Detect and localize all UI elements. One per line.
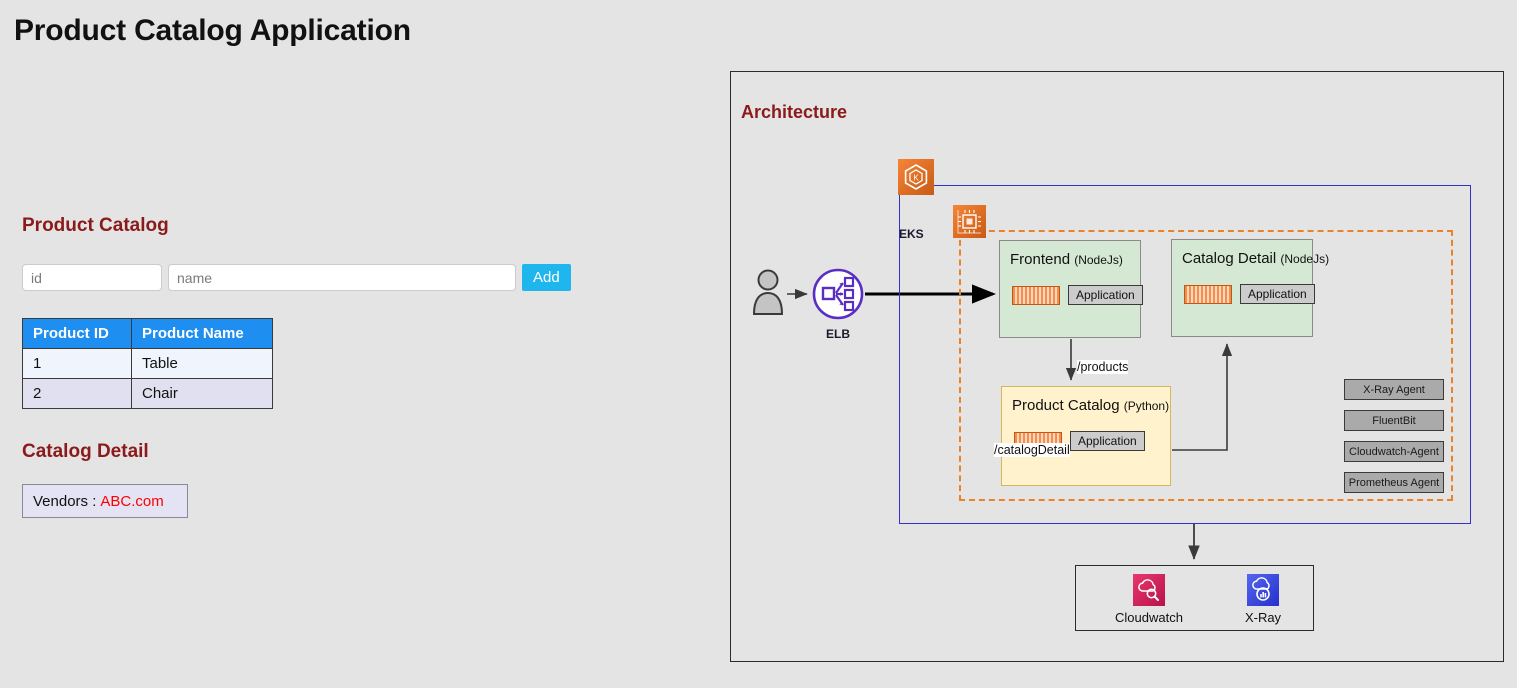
xray-icon: [1247, 574, 1279, 606]
vendor-link[interactable]: ABC.com: [100, 493, 163, 510]
application-chip: Application: [1240, 284, 1315, 304]
eks-label: EKS: [899, 227, 924, 241]
service-box-catalog-detail[interactable]: Catalog Detail (NodeJs) Application: [1171, 239, 1329, 337]
vendors-label: Vendors :: [33, 492, 97, 510]
table-row[interactable]: 2 Chair: [22, 378, 273, 409]
product-table: Product ID Product Name 1 Table 2 Chair: [22, 318, 273, 409]
column-header-product-id: Product ID: [22, 318, 132, 349]
eks-icon: K: [898, 159, 934, 195]
service-title-frontend: Frontend (NodeJs): [1010, 251, 1123, 268]
service-title-product-catalog: Product Catalog (Python): [1012, 397, 1170, 414]
svg-text:K: K: [913, 174, 919, 183]
container-icon: [1012, 285, 1060, 305]
vendor-detail-box: Vendors : ABC.com: [22, 484, 188, 518]
product-catalog-heading: Product Catalog: [22, 215, 169, 236]
monitoring-label: X-Ray: [1244, 610, 1282, 625]
cell-product-id: 1: [22, 348, 132, 379]
service-box-frontend[interactable]: Frontend (NodeJs) Application: [999, 240, 1143, 338]
add-product-form: Add: [22, 264, 571, 291]
page-title: Product Catalog Application: [14, 14, 411, 47]
cloudwatch-icon: [1133, 574, 1165, 606]
agent-chip-prometheus[interactable]: Prometheus Agent: [1344, 472, 1444, 493]
product-name-input[interactable]: [168, 264, 516, 291]
monitoring-item-cloudwatch[interactable]: Cloudwatch: [1109, 574, 1189, 625]
table-header-row: Product ID Product Name: [22, 318, 273, 349]
application-chip: Application: [1070, 431, 1145, 451]
user-actor-icon: [752, 269, 784, 315]
architecture-heading: Architecture: [741, 102, 848, 122]
container-icon: [1184, 284, 1232, 304]
agent-chip-fluentbit[interactable]: FluentBit: [1344, 410, 1444, 431]
service-title-catalog-detail: Catalog Detail (NodeJs): [1182, 250, 1330, 267]
cell-product-name: Table: [131, 348, 273, 379]
cell-product-name: Chair: [131, 378, 273, 409]
elb-icon: [812, 268, 864, 320]
architecture-panel: Architecture ELB K EKS Frontend (NodeJs)…: [730, 71, 1504, 662]
cell-product-id: 2: [22, 378, 132, 409]
agent-chip-xray[interactable]: X-Ray Agent: [1344, 379, 1444, 400]
monitoring-label: Cloudwatch: [1115, 610, 1183, 625]
monitoring-box: Cloudwatch X-Ray: [1075, 565, 1314, 631]
edge-label-catalog-detail: /catalogDetail: [994, 443, 1070, 457]
table-row[interactable]: 1 Table: [22, 348, 273, 379]
elb-label: ELB: [826, 327, 850, 341]
monitoring-item-xray[interactable]: X-Ray: [1223, 574, 1303, 625]
catalog-detail-heading: Catalog Detail: [22, 441, 149, 462]
add-product-button[interactable]: Add: [522, 264, 571, 291]
agent-chip-cloudwatch[interactable]: Cloudwatch-Agent: [1344, 441, 1444, 462]
column-header-product-name: Product Name: [131, 318, 273, 349]
product-id-input[interactable]: [22, 264, 162, 291]
node-instance-icon: [953, 205, 986, 238]
application-chip: Application: [1068, 285, 1143, 305]
edge-label-products: /products: [1077, 360, 1129, 374]
service-box-product-catalog[interactable]: Product Catalog (Python) Application: [1001, 386, 1171, 486]
